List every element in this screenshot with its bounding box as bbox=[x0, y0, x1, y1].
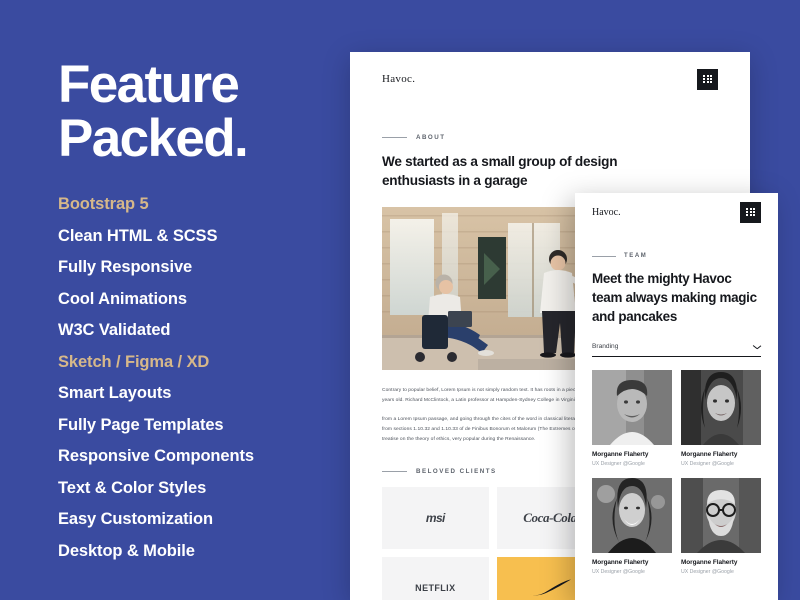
team-filter-select[interactable]: Branding bbox=[592, 343, 761, 358]
team-member-role: UX Designer @Google bbox=[681, 461, 734, 468]
team-member-name: Morganne Flaherty bbox=[681, 559, 738, 567]
feature-item-easy-customization: Easy Customization bbox=[58, 510, 213, 529]
feature-group-code: Bootstrap 5 Clean HTML & SCSS Fully Resp… bbox=[58, 196, 358, 339]
team-member-card[interactable]: Morganne Flaherty UX Designer @Google bbox=[592, 370, 672, 467]
client-logo-msi[interactable]: msi bbox=[382, 486, 489, 549]
team-member-name: Morganne Flaherty bbox=[592, 559, 649, 567]
avatar bbox=[681, 370, 761, 446]
feature-item-sketch-figma-xd: Sketch / Figma / XD bbox=[58, 352, 210, 371]
netflix-logo-text: NETFLIX bbox=[415, 582, 456, 593]
grid-icon bbox=[746, 207, 755, 217]
feature-item-responsive-components: Responsive Components bbox=[58, 447, 254, 466]
mobile-header: Havoc. bbox=[575, 193, 778, 231]
eyebrow-rule bbox=[592, 255, 616, 257]
team-eyebrow: TEAM bbox=[592, 253, 761, 259]
grid-icon bbox=[703, 74, 712, 84]
desktop-header: Havoc. bbox=[350, 52, 750, 106]
mobile-mockup: Havoc. TEAM Meet the mighty Havoc team a… bbox=[575, 193, 778, 600]
team-member-role: UX Designer @Google bbox=[681, 569, 734, 576]
feature-item-smart-layouts: Smart Layouts bbox=[58, 384, 172, 403]
mobile-grid-menu-button[interactable] bbox=[740, 201, 761, 223]
feature-group-design: Sketch / Figma / XD Smart Layouts Fully … bbox=[58, 354, 358, 560]
nike-swoosh-icon bbox=[528, 579, 571, 595]
feature-item-bootstrap: Bootstrap 5 bbox=[58, 195, 149, 214]
portrait-woman-dark-hair bbox=[681, 370, 761, 446]
about-eyebrow-label: ABOUT bbox=[416, 134, 446, 141]
eyebrow-rule bbox=[382, 470, 407, 472]
team-member-card[interactable]: Morganne Flaherty UX Designer @Google bbox=[681, 478, 761, 575]
avatar bbox=[681, 478, 761, 554]
team-filter-value: Branding bbox=[592, 343, 619, 351]
team-member-card[interactable]: Morganne Flaherty UX Designer @Google bbox=[592, 478, 672, 575]
portrait-man-smiling bbox=[592, 370, 672, 446]
team-member-role: UX Designer @Google bbox=[592, 461, 645, 468]
grid-menu-button[interactable] bbox=[697, 68, 718, 90]
feature-item-text-color-styles: Text & Color Styles bbox=[58, 478, 207, 497]
feature-item-animations: Cool Animations bbox=[58, 289, 187, 308]
client-logo-netflix[interactable]: NETFLIX bbox=[382, 556, 489, 600]
team-heading: Meet the mighty Havoc team always making… bbox=[592, 271, 757, 325]
about-heading: We started as a small group of design en… bbox=[382, 154, 618, 189]
team-member-name: Morganne Flaherty bbox=[681, 451, 738, 459]
team-eyebrow-label: TEAM bbox=[624, 253, 648, 259]
promo-panel: Feature Packed. Bootstrap 5 Clean HTML &… bbox=[58, 55, 358, 574]
feature-item-desktop-mobile: Desktop & Mobile bbox=[58, 541, 195, 560]
mobile-brand-logo[interactable]: Havoc. bbox=[592, 207, 621, 218]
page-title: Feature Packed. bbox=[58, 55, 358, 169]
avatar bbox=[592, 478, 672, 554]
feature-item-clean-html: Clean HTML & SCSS bbox=[58, 226, 218, 245]
portrait-woman-laughing bbox=[592, 478, 672, 554]
avatar bbox=[592, 370, 672, 446]
portrait-man-glasses-beard bbox=[681, 478, 761, 554]
feature-item-w3c: W3C Validated bbox=[58, 321, 171, 340]
team-grid: Morganne Flaherty UX Designer @Google Mo… bbox=[592, 370, 761, 575]
msi-logo-text: msi bbox=[425, 510, 445, 525]
feature-item-responsive: Fully Responsive bbox=[58, 258, 193, 277]
about-eyebrow: ABOUT bbox=[382, 134, 718, 141]
team-member-card[interactable]: Morganne Flaherty UX Designer @Google bbox=[681, 370, 761, 467]
headline-line-2: Packed. bbox=[58, 109, 249, 169]
chevron-down-icon bbox=[753, 345, 761, 350]
feature-item-page-templates: Fully Page Templates bbox=[58, 415, 224, 434]
team-member-name: Morganne Flaherty bbox=[592, 451, 649, 459]
team-member-role: UX Designer @Google bbox=[592, 569, 645, 576]
cocacola-logo-text: Coca-Cola bbox=[523, 509, 577, 525]
clients-eyebrow-label: BELOVED CLIENTS bbox=[416, 467, 497, 475]
brand-logo[interactable]: Havoc. bbox=[382, 73, 415, 85]
eyebrow-rule bbox=[382, 137, 407, 138]
headline-line-1: Feature bbox=[58, 55, 240, 114]
